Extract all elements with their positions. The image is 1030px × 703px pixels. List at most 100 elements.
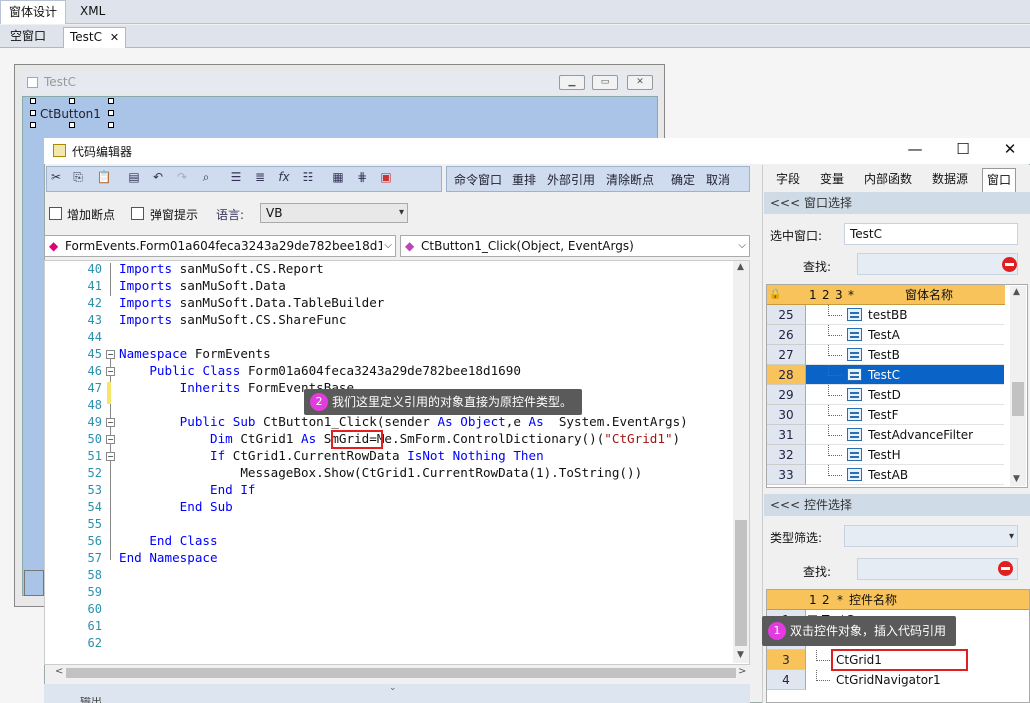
code-line[interactable]: Public Class Form01a604feca3243a29de782b… [119, 363, 521, 378]
fold-toggle[interactable]: − [106, 350, 115, 359]
code-line[interactable]: MessageBox.Show(CtGrid1.CurrentRowData(1… [119, 465, 642, 480]
code-line[interactable]: End If [119, 482, 256, 497]
col-star[interactable]: * [848, 285, 854, 305]
scroll-thumb[interactable] [1012, 382, 1024, 416]
tab-empty-window[interactable]: 空窗口 [4, 27, 52, 48]
indent-icon[interactable]: ☰ [228, 170, 244, 186]
resize-handle[interactable] [30, 110, 36, 116]
code-line[interactable]: Imports sanMuSoft.CS.ShareFunc [119, 312, 346, 327]
add-breakpoint-checkbox[interactable] [49, 207, 62, 220]
cut-icon[interactable]: ✂ [48, 170, 64, 186]
form-close-icon[interactable]: ✕ [627, 75, 653, 90]
window-section-header[interactable]: <<< 窗口选择 [764, 192, 1030, 214]
line-number: 50 [87, 432, 102, 446]
col-control-name[interactable]: 控件名称 [849, 590, 897, 610]
redo-icon[interactable]: ↷ [174, 170, 190, 186]
code-line[interactable]: Namespace FormEvents [119, 346, 271, 361]
type-filter-select[interactable]: ▾ [844, 525, 1018, 547]
tab-fields[interactable]: 字段 [772, 168, 804, 192]
scroll-up-icon[interactable]: ▲ [737, 262, 744, 272]
tab-form-design[interactable]: 窗体设计 [0, 0, 67, 24]
resize-handle[interactable] [108, 122, 114, 128]
fold-toggle[interactable]: − [106, 367, 115, 376]
tab-window[interactable]: 窗口 [982, 168, 1017, 192]
scroll-down-icon[interactable]: ▼ [737, 650, 744, 660]
save-icon[interactable]: ▣ [378, 170, 394, 186]
tab-functions[interactable]: 内部函数 [860, 168, 916, 192]
col-1[interactable]: 1 [809, 590, 817, 610]
form-minimize-icon[interactable]: ▁ [559, 75, 585, 90]
resize-handle[interactable] [30, 98, 36, 104]
scroll-down-icon[interactable]: ▼ [1013, 474, 1020, 484]
fold-toggle[interactable]: − [106, 452, 115, 461]
scroll-thumb[interactable] [735, 520, 747, 646]
ctbutton1-control[interactable]: CtButton1 [32, 104, 112, 124]
col-2[interactable]: 2 [822, 285, 830, 305]
control-search-input[interactable] [857, 558, 1018, 580]
collapse-icon[interactable]: ⌄ [389, 683, 397, 693]
control-section-header[interactable]: <<< 控件选择 [764, 494, 1030, 516]
col-window-name[interactable]: 窗体名称 [905, 285, 953, 305]
col-2[interactable]: 2 [822, 590, 830, 610]
code-line[interactable]: Imports sanMuSoft.Data.TableBuilder [119, 295, 384, 310]
form-maximize-icon[interactable]: ▭ [592, 75, 618, 90]
col-1[interactable]: 1 [809, 285, 817, 305]
control-name[interactable]: CtGridNavigator1 [836, 670, 941, 690]
tree-icon[interactable]: ⋕ [354, 170, 370, 186]
resize-handle[interactable] [30, 122, 36, 128]
fold-toggle[interactable]: − [106, 435, 115, 444]
scroll-left-icon[interactable]: < [55, 666, 63, 677]
resize-handle[interactable] [108, 110, 114, 116]
tab-xml[interactable]: XML [72, 0, 113, 24]
fold-toggle[interactable]: − [106, 418, 115, 427]
close-icon[interactable]: ✕ [995, 140, 1025, 158]
tab-variables[interactable]: 变量 [816, 168, 848, 192]
copy-icon[interactable]: ⎘ [70, 170, 86, 186]
clear-search-icon[interactable] [998, 561, 1013, 576]
command-window-button[interactable]: 命令窗口 [454, 171, 502, 188]
selected-window-field[interactable]: TestC [844, 223, 1018, 245]
resize-handle[interactable] [108, 98, 114, 104]
paste-icon[interactable]: 📋 [96, 170, 112, 186]
window-search-input[interactable] [857, 253, 1018, 275]
language-label: 语言: [216, 208, 245, 222]
clear-search-icon[interactable] [1002, 257, 1017, 272]
resize-handle[interactable] [69, 98, 75, 104]
code-line[interactable]: Dim CtGrid1 As SmGrid=Me.SmForm.ControlD… [119, 431, 680, 446]
ok-button[interactable]: 确定 [671, 171, 695, 188]
col-3[interactable]: 3 [835, 285, 843, 305]
find-icon[interactable]: ⌕ [198, 170, 214, 186]
code-line[interactable]: End Sub [119, 499, 233, 514]
maximize-icon[interactable]: ☐ [948, 140, 978, 158]
clear-breakpoints-button[interactable]: 清除断点 [606, 171, 654, 188]
col-star[interactable]: * [837, 590, 843, 610]
outdent-icon[interactable]: ≣ [252, 170, 268, 186]
code-line[interactable]: End Class [119, 533, 217, 548]
code-line[interactable]: Public Sub CtButton1_Click(sender As Obj… [119, 414, 688, 429]
resize-handle[interactable] [69, 122, 75, 128]
code-line[interactable]: Imports sanMuSoft.Data [119, 278, 286, 293]
document-icon[interactable]: ▤ [126, 170, 142, 186]
rearrange-button[interactable]: 重排 [512, 171, 536, 188]
cancel-button[interactable]: 取消 [706, 171, 730, 188]
code-line[interactable]: Imports sanMuSoft.CS.Report [119, 261, 324, 276]
scroll-right-icon[interactable]: > [738, 666, 746, 677]
popup-hint-checkbox[interactable] [131, 207, 144, 220]
close-icon[interactable]: ✕ [110, 31, 119, 44]
external-reference-button[interactable]: 外部引用 [547, 171, 595, 188]
scroll-thumb[interactable] [66, 668, 736, 678]
scroll-up-icon[interactable]: ▲ [1013, 287, 1020, 297]
code-line[interactable]: If CtGrid1.CurrentRowData IsNot Nothing … [119, 448, 544, 463]
code-line[interactable]: End Namespace [119, 550, 218, 565]
grid-icon[interactable]: ▦ [330, 170, 346, 186]
function-icon[interactable]: fx [276, 170, 292, 186]
class-combo[interactable]: ◆ FormEvents.Form01a604feca3243a29de782be… [44, 235, 396, 257]
list-icon[interactable]: ☷ [300, 170, 316, 186]
language-select[interactable]: VB ▾ [260, 203, 408, 223]
method-combo[interactable]: ◆ CtButton1_Click(Object, EventArgs) ⌵ [400, 235, 750, 257]
tab-datasource[interactable]: 数据源 [928, 168, 972, 192]
tab-testc[interactable]: TestC ✕ [63, 27, 127, 48]
chevron-down-icon: ▾ [398, 207, 404, 218]
minimize-icon[interactable]: — [900, 140, 930, 158]
undo-icon[interactable]: ↶ [150, 170, 166, 186]
